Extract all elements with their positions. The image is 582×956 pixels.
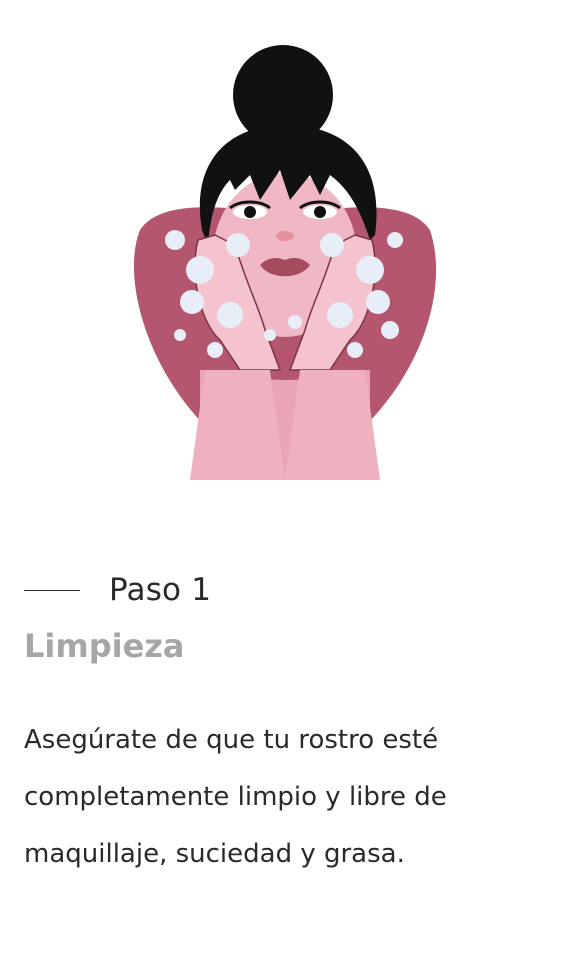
step-title: Limpieza bbox=[24, 627, 185, 665]
step-divider-line bbox=[24, 589, 80, 591]
face-washing-illustration bbox=[120, 40, 450, 480]
step-header: Paso 1 bbox=[24, 568, 211, 612]
step-description: Asegúrate de que tu rostro esté completa… bbox=[24, 725, 447, 869]
step-number: Paso 1 bbox=[109, 572, 212, 608]
